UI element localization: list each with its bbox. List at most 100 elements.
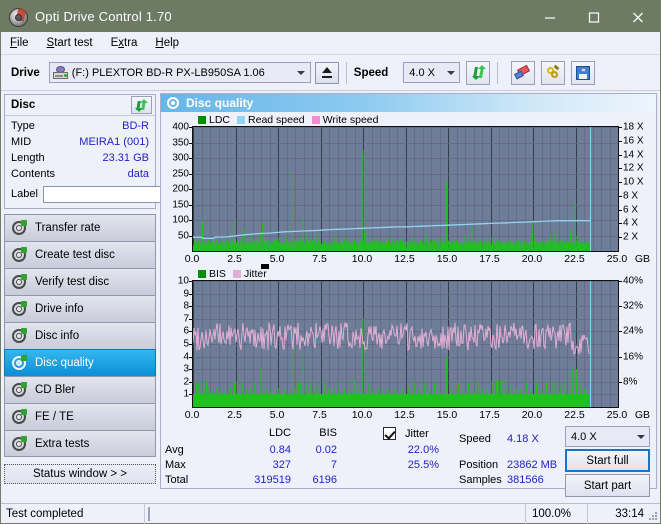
status-window-button[interactable]: Status window > > — [4, 464, 156, 484]
disc-quality-frame: Disc quality LDC Read speed Write speed … — [160, 93, 657, 497]
sidebar: Disc Type BD-R MID MEIRA1 (001) Length 2… — [1, 91, 245, 492]
disc-panel-header: Disc — [5, 95, 155, 116]
y-tick-label: 250 — [172, 168, 189, 179]
x-tick-label: 0.0 — [184, 253, 200, 265]
start-full-button[interactable]: Start full — [565, 449, 650, 472]
sidebar-item-disc-quality[interactable]: Disc quality — [4, 349, 156, 376]
menu-bar: File Start test Extra Help — [1, 32, 660, 55]
menu-file[interactable]: File — [10, 35, 38, 51]
tools-button[interactable] — [541, 60, 566, 85]
speed-select[interactable]: 4.0 X — [403, 62, 461, 83]
y-tick-label: 200 — [172, 183, 189, 195]
sidebar-item-verify-test-disc[interactable]: Verify test disc — [4, 268, 156, 295]
chart2-marker-glyph — [261, 264, 269, 269]
toolbar-divider-1 — [345, 61, 347, 84]
window-controls — [528, 1, 660, 32]
sidebar-item-disc-info[interactable]: Disc info — [4, 322, 156, 349]
sidebar-item-create-test-disc[interactable]: Create test disc — [4, 241, 156, 268]
start-part-button[interactable]: Start part — [565, 474, 650, 497]
close-icon[interactable] — [616, 1, 660, 32]
stats-speed-value: 4.18 X — [507, 433, 539, 445]
nav-list: Transfer rate Create test disc Verify te… — [4, 214, 156, 457]
menu-start-test[interactable]: Start test — [47, 35, 102, 51]
legend-read-speed: Read speed — [237, 114, 305, 126]
disc-icon — [12, 247, 27, 262]
legend-bis: BIS — [198, 268, 226, 280]
stats-position-label: Position — [459, 459, 499, 471]
progress-bar — [145, 503, 526, 524]
resize-grip-icon[interactable] — [647, 510, 657, 520]
disc-row-mid: MID MEIRA1 (001) — [11, 134, 149, 150]
maximize-icon[interactable] — [572, 1, 616, 32]
disc-row-length: Length 23.31 GB — [11, 150, 149, 166]
drive-icon — [52, 66, 68, 79]
y2-tick-label: 16 X — [623, 135, 644, 147]
erase-button[interactable] — [511, 60, 536, 85]
stats-max-jitter: 25.5% — [407, 459, 439, 471]
sidebar-item-label: Transfer rate — [35, 222, 101, 234]
refresh-button[interactable] — [466, 60, 491, 85]
chart1-legend: LDC Read speed Write speed — [163, 113, 652, 126]
sidebar-item-extra-tests[interactable]: Extra tests — [4, 430, 156, 457]
menu-help[interactable]: Help — [155, 35, 188, 51]
legend-label: BIS — [209, 267, 226, 280]
save-icon — [576, 65, 591, 80]
legend-label: LDC — [209, 113, 231, 126]
x-tick-label: 15.0 — [436, 253, 458, 265]
legend-label: Jitter — [243, 267, 267, 280]
x-tick-label: 25.0 — [606, 253, 628, 265]
x-tick-label: 2.5 — [227, 253, 242, 265]
stats-samples-label: Samples — [459, 474, 502, 486]
disc-icon — [12, 328, 27, 343]
sidebar-item-cd-bler[interactable]: CD Bler — [4, 376, 156, 403]
stats-header-ldc: LDC — [268, 427, 291, 439]
progress-percent: 100.0% — [526, 503, 588, 524]
status-window-label: Status window > > — [33, 468, 127, 480]
status-bar: Test completed 100.0% 33:14 — [1, 503, 660, 524]
disc-row-key: MID — [11, 136, 32, 148]
start-part-label: Start part — [583, 479, 632, 492]
sidebar-item-label: Drive info — [35, 303, 84, 315]
save-button[interactable] — [571, 60, 596, 85]
jitter-checkbox[interactable] — [383, 427, 396, 440]
content-header-label: Disc quality — [186, 96, 254, 110]
minimize-icon[interactable] — [528, 1, 572, 32]
window-title: Opti Drive Control 1.70 — [35, 9, 172, 24]
x-tick-label: 5.0 — [269, 409, 285, 421]
disc-row-type: Type BD-R — [11, 118, 149, 134]
stats-avg-jitter: 22.0% — [407, 444, 439, 456]
sidebar-item-label: CD Bler — [35, 384, 76, 396]
stats-max-bis: 7 — [330, 459, 337, 471]
eject-button[interactable] — [314, 61, 339, 84]
sidebar-item-fe-te[interactable]: FE / TE — [4, 403, 156, 430]
app-window: Opti Drive Control 1.70 File Start test … — [0, 0, 661, 524]
y2-tick-label: 2 X — [623, 231, 639, 243]
y2-tick-label: 32% — [623, 300, 644, 312]
content-header: Disc quality — [161, 94, 656, 112]
main-panel: Disc quality LDC Read speed Write speed … — [159, 91, 660, 497]
stats-header-bis: BIS — [319, 427, 337, 439]
y-tick-label: 400 — [172, 121, 189, 133]
drive-select[interactable]: (F:) PLEXTOR BD-R PX-LB950SA 1.06 — [48, 62, 311, 83]
stats-row-total-label: Total — [165, 474, 189, 486]
x-tick-label: 5.0 — [269, 253, 285, 265]
app-disc-icon — [8, 7, 28, 27]
x-tick-label: 15.0 — [436, 409, 458, 421]
chart1-x-axis: 0.0 2.5 5.0 7.5 10.0 12.5 15.0 17.5 20.0 22.5 25.0… — [185, 252, 650, 267]
disc-panel: Disc Type BD-R MID MEIRA1 (001) Length 2… — [4, 94, 245, 209]
sidebar-item-drive-info[interactable]: Drive info — [4, 295, 156, 322]
y-tick-label: 150 — [172, 199, 189, 210]
disc-icon — [12, 382, 27, 397]
y2-tick-label: 4 X — [623, 217, 639, 229]
disc-icon — [12, 355, 27, 370]
test-speed-select[interactable]: 4.0 X — [565, 426, 650, 447]
x-tick-label: 17.5 — [479, 253, 500, 265]
sidebar-item-transfer-rate[interactable]: Transfer rate — [4, 214, 156, 241]
disc-refresh-button[interactable] — [131, 96, 152, 114]
menu-extra[interactable]: Extra — [111, 35, 147, 51]
menu-file-rest: ile — [17, 37, 29, 49]
drive-select-value: (F:) PLEXTOR BD-R PX-LB950SA 1.06 — [71, 66, 265, 79]
x-tick-label: 7.5 — [312, 409, 327, 421]
y-tick-label: 100 — [172, 214, 189, 226]
y-tick-label: 10 — [177, 275, 189, 287]
